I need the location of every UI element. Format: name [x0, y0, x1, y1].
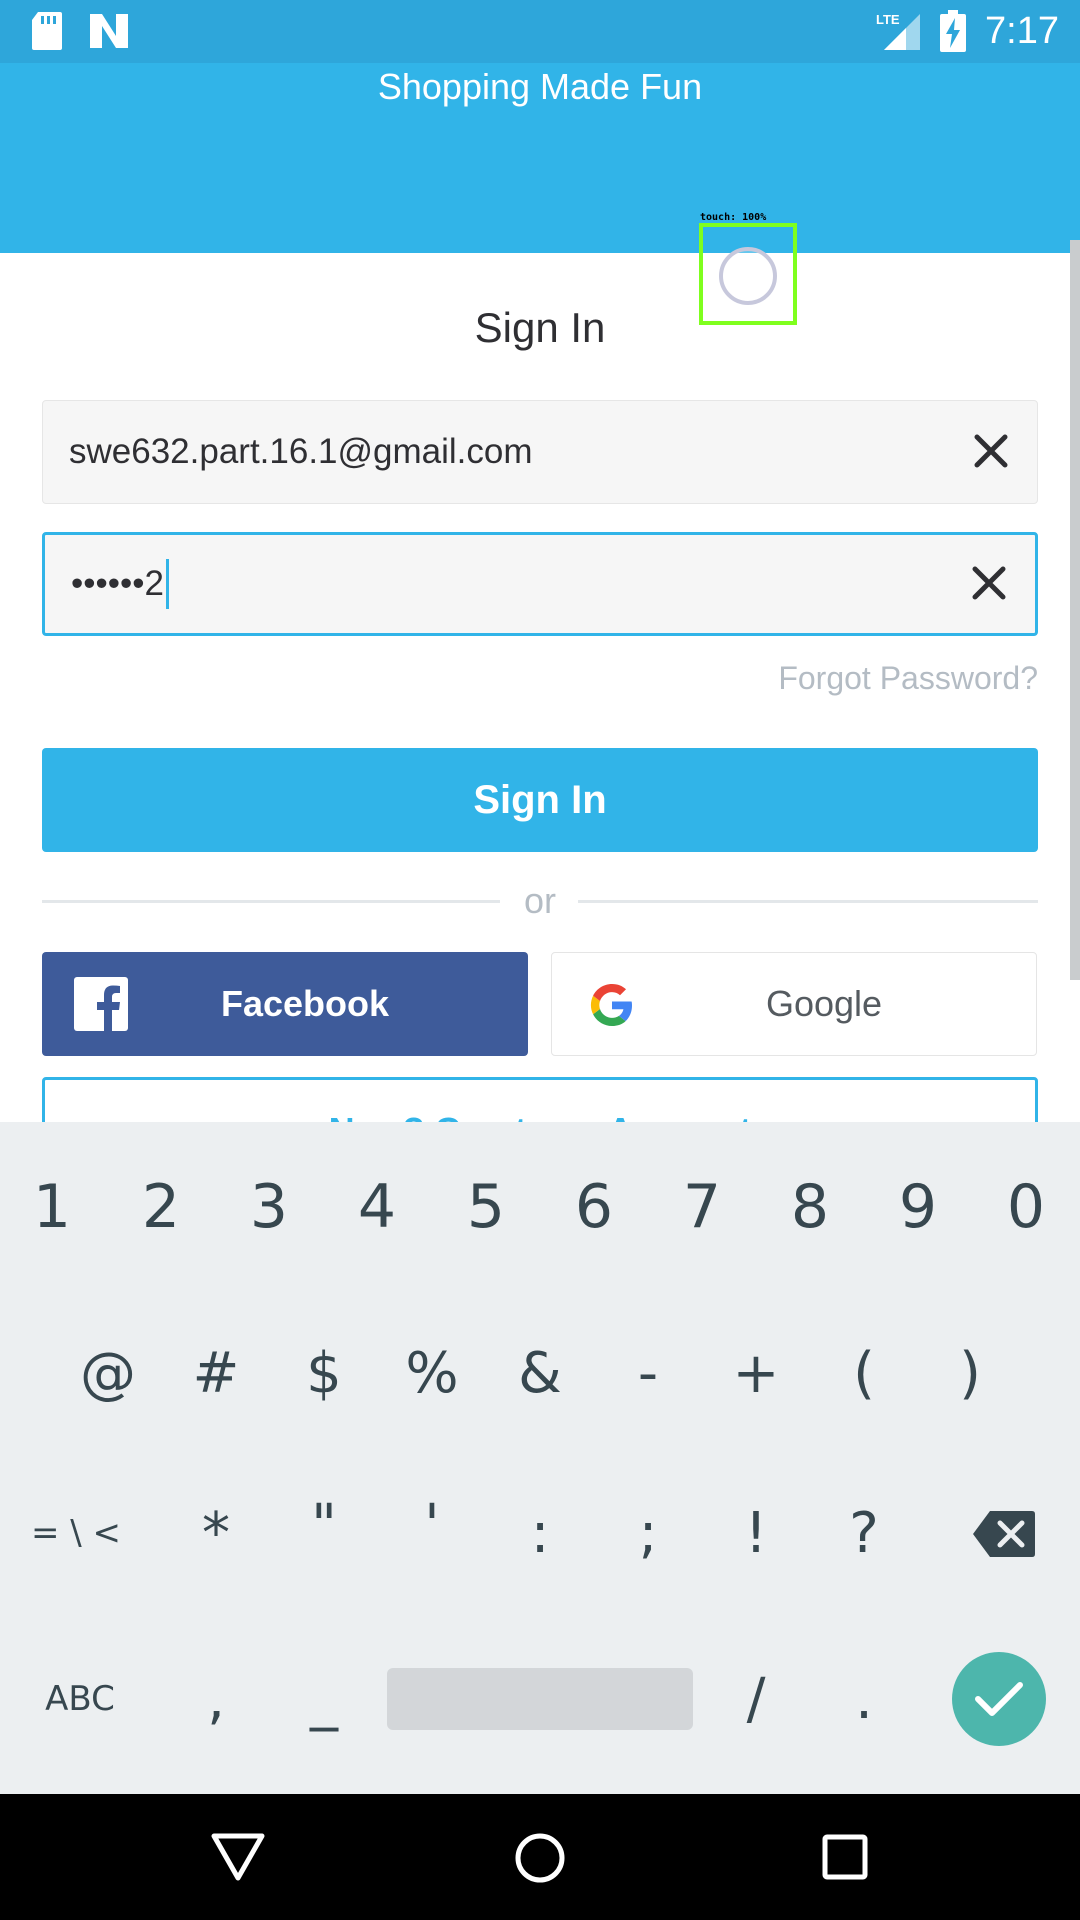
key-percent[interactable]: %: [384, 1318, 480, 1428]
key-7[interactable]: 7: [654, 1152, 750, 1262]
key-semicolon[interactable]: ;: [600, 1478, 696, 1588]
touch-point: [719, 247, 777, 305]
password-value: ••••••2: [71, 564, 164, 603]
battery-charging-icon: [940, 10, 966, 52]
key-2[interactable]: 2: [113, 1152, 209, 1262]
key-question[interactable]: ?: [816, 1478, 912, 1588]
app-tagline: Shopping Made Fun: [377, 66, 703, 107]
key-0[interactable]: 0: [978, 1152, 1074, 1262]
key-period[interactable]: .: [816, 1644, 912, 1754]
network-label: LTE: [876, 12, 900, 27]
key-abc[interactable]: ABC: [32, 1644, 128, 1754]
password-field[interactable]: ••••••2: [42, 532, 1038, 636]
sign-in-button[interactable]: Sign In: [42, 748, 1038, 852]
key-open-paren[interactable]: (: [816, 1318, 912, 1428]
key-4[interactable]: 4: [329, 1152, 425, 1262]
key-close-paren[interactable]: ): [922, 1318, 1018, 1428]
lte-signal-icon: LTE: [876, 12, 920, 50]
key-exclamation[interactable]: !: [708, 1478, 804, 1588]
clock: 7:17: [985, 10, 1059, 52]
page-title: Sign In: [474, 304, 606, 351]
clear-email-icon[interactable]: [971, 431, 1011, 471]
key-slash[interactable]: /: [708, 1644, 804, 1754]
key-at[interactable]: @: [60, 1318, 156, 1428]
key-8[interactable]: 8: [762, 1152, 858, 1262]
android-n-icon: [90, 14, 128, 48]
key-colon[interactable]: :: [492, 1478, 588, 1588]
email-field[interactable]: swe632.part.16.1@gmail.com: [42, 400, 1038, 504]
key-hash[interactable]: #: [168, 1318, 264, 1428]
facebook-login-button[interactable]: Facebook: [42, 952, 528, 1056]
key-minus[interactable]: -: [600, 1318, 696, 1428]
or-separator: or: [523, 880, 556, 921]
key-dollar[interactable]: $: [276, 1318, 372, 1428]
email-value: swe632.part.16.1@gmail.com: [69, 432, 533, 471]
divider-left: [42, 900, 500, 903]
key-5[interactable]: 5: [438, 1152, 534, 1262]
key-comma[interactable]: ,: [168, 1644, 264, 1754]
backspace-icon[interactable]: [972, 1509, 1036, 1559]
forgot-password-link[interactable]: Forgot Password?: [778, 660, 1038, 697]
key-9[interactable]: 9: [870, 1152, 966, 1262]
key-single-quote[interactable]: ': [384, 1470, 480, 1580]
google-login-button[interactable]: Google: [551, 952, 1037, 1056]
key-double-quote[interactable]: ": [276, 1470, 372, 1580]
key-ampersand[interactable]: &: [492, 1318, 588, 1428]
google-label: Google: [765, 983, 883, 1024]
key-1[interactable]: 1: [4, 1152, 100, 1262]
key-more-symbols[interactable]: = \ <: [28, 1478, 124, 1588]
touch-indicator-label: touch: 100%: [700, 212, 767, 223]
back-icon[interactable]: [210, 1832, 266, 1882]
text-cursor: [166, 559, 169, 609]
key-3[interactable]: 3: [221, 1152, 317, 1262]
recent-apps-icon[interactable]: [822, 1834, 868, 1880]
facebook-label: Facebook: [220, 983, 390, 1024]
sd-card-icon: [32, 12, 62, 50]
done-button[interactable]: [952, 1652, 1046, 1746]
key-asterisk[interactable]: *: [168, 1478, 264, 1588]
key-underscore[interactable]: _: [276, 1644, 372, 1754]
key-plus[interactable]: +: [708, 1318, 804, 1428]
checkmark-icon: [975, 1682, 1023, 1716]
key-6[interactable]: 6: [546, 1152, 642, 1262]
space-bar[interactable]: [387, 1668, 693, 1730]
password-text: ••••••2: [71, 535, 169, 633]
home-icon[interactable]: [514, 1832, 566, 1884]
clear-password-icon[interactable]: [969, 563, 1009, 603]
divider-right: [578, 900, 1038, 903]
